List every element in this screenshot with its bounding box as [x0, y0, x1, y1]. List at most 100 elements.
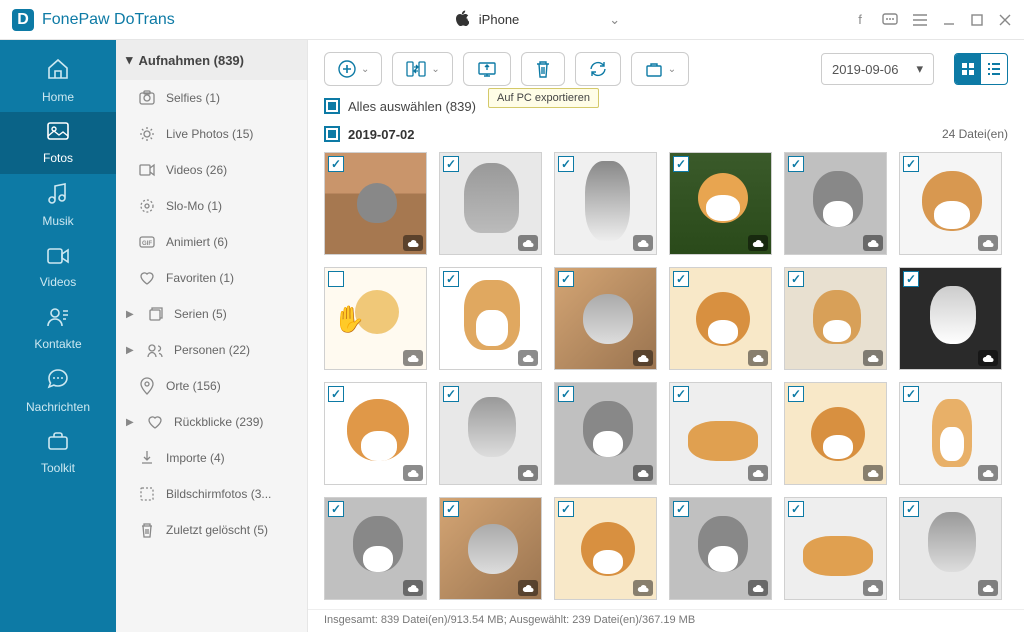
menu-icon[interactable]: [912, 12, 928, 28]
photo-checkbox[interactable]: [673, 386, 689, 402]
photo-checkbox[interactable]: [558, 501, 574, 517]
photo-thumbnail[interactable]: [324, 152, 427, 255]
photo-checkbox[interactable]: [558, 271, 574, 287]
photo-checkbox[interactable]: [903, 386, 919, 402]
photo-checkbox[interactable]: [673, 271, 689, 287]
category-item[interactable]: Favoriten (1): [116, 260, 307, 296]
category-item[interactable]: Orte (156): [116, 368, 307, 404]
cloud-icon: [518, 350, 538, 366]
photo-checkbox[interactable]: [788, 501, 804, 517]
photo-thumbnail[interactable]: [669, 152, 772, 255]
photo-checkbox[interactable]: [328, 156, 344, 172]
date-picker[interactable]: 2019-09-06▾: [821, 53, 934, 85]
add-button[interactable]: ⌄: [324, 52, 382, 86]
photo-thumbnail[interactable]: [324, 267, 427, 370]
category-item[interactable]: Slo-Mo (1): [116, 188, 307, 224]
nav-music[interactable]: Musik: [0, 174, 116, 236]
select-all-checkbox[interactable]: [324, 98, 340, 114]
photo-thumbnail[interactable]: [439, 152, 542, 255]
category-item[interactable]: ▶Serien (5): [116, 296, 307, 332]
photo-thumbnail[interactable]: [324, 497, 427, 600]
photo-thumbnail[interactable]: [669, 267, 772, 370]
maximize-button[interactable]: [970, 13, 984, 27]
photo-checkbox[interactable]: [558, 386, 574, 402]
date-group-header[interactable]: 2019-07-02 24 Datei(en): [308, 120, 1024, 148]
nav-photos[interactable]: Fotos: [0, 112, 116, 174]
photo-checkbox[interactable]: [788, 271, 804, 287]
photo-thumbnail[interactable]: [899, 382, 1002, 485]
category-item[interactable]: Selfies (1): [116, 80, 307, 116]
cloud-icon: [518, 580, 538, 596]
category-item[interactable]: Importe (4): [116, 440, 307, 476]
nav-home[interactable]: Home: [0, 50, 116, 112]
photo-thumbnail[interactable]: [669, 382, 772, 485]
photo-checkbox[interactable]: [328, 271, 344, 287]
photo-thumbnail[interactable]: [554, 382, 657, 485]
nav-videos[interactable]: Videos: [0, 236, 116, 298]
photo-thumbnail[interactable]: [899, 267, 1002, 370]
date-checkbox[interactable]: [324, 126, 340, 142]
facebook-icon[interactable]: f: [852, 12, 868, 28]
photo-thumbnail[interactable]: [554, 267, 657, 370]
category-item[interactable]: ▶Rückblicke (239): [116, 404, 307, 440]
photo-checkbox[interactable]: [443, 271, 459, 287]
photo-thumbnail[interactable]: [554, 152, 657, 255]
photo-thumbnail[interactable]: [439, 497, 542, 600]
cloud-icon: [978, 235, 998, 251]
feedback-icon[interactable]: [882, 12, 898, 28]
transfer-device-button[interactable]: ⌄: [392, 52, 452, 86]
category-header[interactable]: ▾ Aufnahmen (839): [116, 40, 307, 80]
photo-checkbox[interactable]: [788, 386, 804, 402]
tools-button[interactable]: ⌄: [631, 52, 689, 86]
chevron-down-icon: ⌄: [668, 64, 676, 75]
photo-checkbox[interactable]: [443, 156, 459, 172]
cloud-icon: [748, 580, 768, 596]
category-item[interactable]: Bildschirmfotos (3...: [116, 476, 307, 512]
category-item[interactable]: Zuletzt gelöscht (5): [116, 512, 307, 548]
cloud-icon: [633, 465, 653, 481]
photo-thumbnail[interactable]: [784, 152, 887, 255]
photo-thumbnail[interactable]: [784, 497, 887, 600]
photo-checkbox[interactable]: [788, 156, 804, 172]
photo-checkbox[interactable]: [328, 386, 344, 402]
category-item[interactable]: ▶Personen (22): [116, 332, 307, 368]
photo-checkbox[interactable]: [673, 156, 689, 172]
category-item[interactable]: Live Photos (15): [116, 116, 307, 152]
apple-icon: [455, 10, 469, 29]
photo-checkbox[interactable]: [328, 501, 344, 517]
close-button[interactable]: [998, 13, 1012, 27]
delete-button[interactable]: [521, 52, 565, 86]
photo-checkbox[interactable]: [558, 156, 574, 172]
category-item[interactable]: GIFAnimiert (6): [116, 224, 307, 260]
photo-thumbnail[interactable]: [784, 382, 887, 485]
photo-thumbnail[interactable]: [324, 382, 427, 485]
photo-checkbox[interactable]: [673, 501, 689, 517]
grid-view-button[interactable]: [955, 54, 981, 84]
cloud-icon: [518, 465, 538, 481]
photo-checkbox[interactable]: [903, 156, 919, 172]
list-view-button[interactable]: [981, 54, 1007, 84]
photo-thumbnail[interactable]: [899, 497, 1002, 600]
photo-checkbox[interactable]: [443, 386, 459, 402]
photo-thumbnail[interactable]: [784, 267, 887, 370]
nav-messages[interactable]: Nachrichten: [0, 360, 116, 422]
cloud-icon: [978, 465, 998, 481]
photo-thumbnail[interactable]: [554, 497, 657, 600]
category-item[interactable]: Videos (26): [116, 152, 307, 188]
refresh-button[interactable]: [575, 52, 621, 86]
music-icon: [47, 182, 69, 210]
device-selector[interactable]: iPhone ⌄: [435, 6, 640, 33]
select-all-row[interactable]: Alles auswählen (839): [308, 92, 1024, 120]
nav-contacts[interactable]: Kontakte: [0, 298, 116, 360]
photo-thumbnail[interactable]: [669, 497, 772, 600]
photo-thumbnail[interactable]: [439, 267, 542, 370]
nav-toolkit[interactable]: Toolkit: [0, 422, 116, 484]
device-name: iPhone: [479, 12, 519, 27]
photo-checkbox[interactable]: [903, 271, 919, 287]
photo-thumbnail[interactable]: [439, 382, 542, 485]
photo-thumbnail[interactable]: [899, 152, 1002, 255]
photo-checkbox[interactable]: [443, 501, 459, 517]
minimize-button[interactable]: [942, 13, 956, 27]
export-pc-button[interactable]: [463, 52, 511, 86]
photo-checkbox[interactable]: [903, 501, 919, 517]
